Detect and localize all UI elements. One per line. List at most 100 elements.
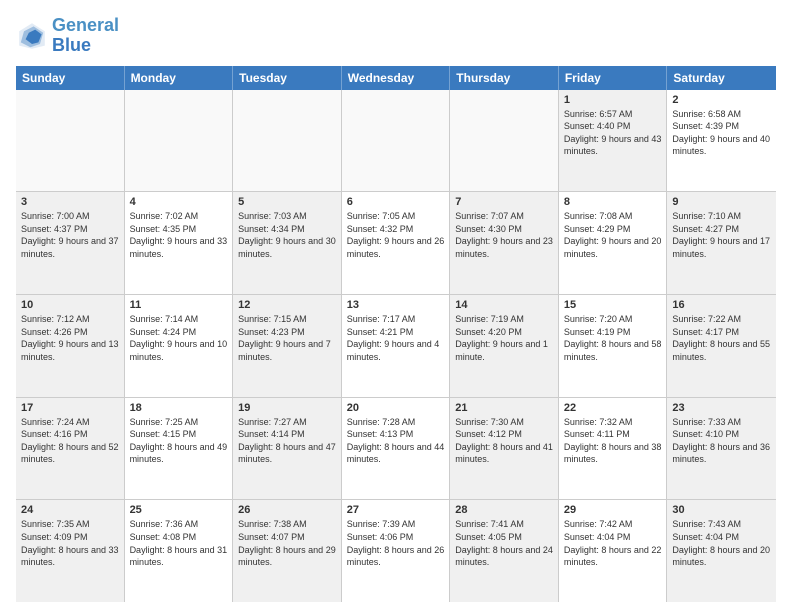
- day-number: 3: [21, 196, 119, 208]
- header-day-monday: Monday: [125, 66, 234, 90]
- header: General Blue: [16, 16, 776, 56]
- day-number: 22: [564, 402, 662, 414]
- cal-cell-day-26: 26Sunrise: 7:38 AM Sunset: 4:07 PM Dayli…: [233, 500, 342, 602]
- cal-cell-day-8: 8Sunrise: 7:08 AM Sunset: 4:29 PM Daylig…: [559, 192, 668, 294]
- cal-cell-day-2: 2 Sunrise: 6:58 AM Sunset: 4:39 PM Daylig…: [667, 90, 776, 192]
- day-details: Sunrise: 7:25 AM Sunset: 4:15 PM Dayligh…: [130, 416, 228, 466]
- calendar-body: 1 Sunrise: 6:57 AM Sunset: 4:40 PM Daylig…: [16, 90, 776, 602]
- day-number: 2: [672, 94, 771, 106]
- day-details: Sunrise: 7:24 AM Sunset: 4:16 PM Dayligh…: [21, 416, 119, 466]
- cal-cell-day-1: 1 Sunrise: 6:57 AM Sunset: 4:40 PM Daylig…: [559, 90, 668, 192]
- day-details: Sunrise: 7:00 AM Sunset: 4:37 PM Dayligh…: [21, 210, 119, 260]
- cal-cell-empty: [233, 90, 342, 192]
- day-details: Sunrise: 7:41 AM Sunset: 4:05 PM Dayligh…: [455, 518, 553, 568]
- header-day-thursday: Thursday: [450, 66, 559, 90]
- cal-cell-day-5: 5Sunrise: 7:03 AM Sunset: 4:34 PM Daylig…: [233, 192, 342, 294]
- day-number: 13: [347, 299, 445, 311]
- day-details: Sunrise: 6:58 AM Sunset: 4:39 PM Dayligh…: [672, 108, 771, 158]
- calendar-row-2: 10 Sunrise: 7:12 AM Sunset: 4:26 PM Dayli…: [16, 295, 776, 398]
- day-details: Sunrise: 7:27 AM Sunset: 4:14 PM Dayligh…: [238, 416, 336, 466]
- cal-cell-day-14: 14 Sunrise: 7:19 AM Sunset: 4:20 PM Dayli…: [450, 295, 559, 397]
- day-number: 21: [455, 402, 553, 414]
- day-details: Sunrise: 7:10 AM Sunset: 4:27 PM Dayligh…: [672, 210, 771, 260]
- day-details: Sunrise: 7:28 AM Sunset: 4:13 PM Dayligh…: [347, 416, 445, 466]
- day-number: 23: [672, 402, 771, 414]
- cal-cell-empty: [342, 90, 451, 192]
- day-details: Sunrise: 7:14 AM Sunset: 4:24 PM Dayligh…: [130, 313, 228, 363]
- cal-cell-day-3: 3 Sunrise: 7:00 AM Sunset: 4:37 PM Daylig…: [16, 192, 125, 294]
- day-details: Sunrise: 7:39 AM Sunset: 4:06 PM Dayligh…: [347, 518, 445, 568]
- day-details: Sunrise: 7:12 AM Sunset: 4:26 PM Dayligh…: [21, 313, 119, 363]
- cal-cell-day-21: 21Sunrise: 7:30 AM Sunset: 4:12 PM Dayli…: [450, 398, 559, 500]
- day-number: 28: [455, 504, 553, 516]
- day-details: Sunrise: 7:43 AM Sunset: 4:04 PM Dayligh…: [672, 518, 771, 568]
- day-number: 19: [238, 402, 336, 414]
- page: General Blue SundayMondayTuesdayWednesda…: [0, 0, 792, 612]
- cal-cell-day-6: 6 Sunrise: 7:05 AM Sunset: 4:32 PM Daylig…: [342, 192, 451, 294]
- day-number: 14: [455, 299, 553, 311]
- cal-cell-day-18: 18Sunrise: 7:25 AM Sunset: 4:15 PM Dayli…: [125, 398, 234, 500]
- cal-cell-day-23: 23 Sunrise: 7:33 AM Sunset: 4:10 PM Dayli…: [667, 398, 776, 500]
- day-details: Sunrise: 7:20 AM Sunset: 4:19 PM Dayligh…: [564, 313, 662, 363]
- day-details: Sunrise: 7:05 AM Sunset: 4:32 PM Dayligh…: [347, 210, 445, 260]
- day-details: Sunrise: 7:35 AM Sunset: 4:09 PM Dayligh…: [21, 518, 119, 568]
- day-details: Sunrise: 7:03 AM Sunset: 4:34 PM Dayligh…: [238, 210, 336, 260]
- day-details: Sunrise: 7:15 AM Sunset: 4:23 PM Dayligh…: [238, 313, 336, 363]
- day-number: 12: [238, 299, 336, 311]
- cal-cell-day-7: 7 Sunrise: 7:07 AM Sunset: 4:30 PM Daylig…: [450, 192, 559, 294]
- day-number: 6: [347, 196, 445, 208]
- cal-cell-day-25: 25Sunrise: 7:36 AM Sunset: 4:08 PM Dayli…: [125, 500, 234, 602]
- day-number: 8: [564, 196, 662, 208]
- day-details: Sunrise: 7:42 AM Sunset: 4:04 PM Dayligh…: [564, 518, 662, 568]
- day-number: 15: [564, 299, 662, 311]
- day-details: Sunrise: 7:02 AM Sunset: 4:35 PM Dayligh…: [130, 210, 228, 260]
- logo-text: General Blue: [52, 16, 119, 56]
- day-details: Sunrise: 7:33 AM Sunset: 4:10 PM Dayligh…: [672, 416, 771, 466]
- day-number: 24: [21, 504, 119, 516]
- header-day-friday: Friday: [559, 66, 668, 90]
- calendar-row-3: 17 Sunrise: 7:24 AM Sunset: 4:16 PM Dayli…: [16, 398, 776, 501]
- cal-cell-day-4: 4 Sunrise: 7:02 AM Sunset: 4:35 PM Daylig…: [125, 192, 234, 294]
- calendar-row-1: 3 Sunrise: 7:00 AM Sunset: 4:37 PM Daylig…: [16, 192, 776, 295]
- cal-cell-day-19: 19 Sunrise: 7:27 AM Sunset: 4:14 PM Dayli…: [233, 398, 342, 500]
- cal-cell-day-24: 24 Sunrise: 7:35 AM Sunset: 4:09 PM Dayli…: [16, 500, 125, 602]
- cal-cell-day-27: 27Sunrise: 7:39 AM Sunset: 4:06 PM Dayli…: [342, 500, 451, 602]
- cal-cell-day-17: 17 Sunrise: 7:24 AM Sunset: 4:16 PM Dayli…: [16, 398, 125, 500]
- day-details: Sunrise: 7:07 AM Sunset: 4:30 PM Dayligh…: [455, 210, 553, 260]
- day-number: 7: [455, 196, 553, 208]
- cal-cell-day-13: 13 Sunrise: 7:17 AM Sunset: 4:21 PM Dayli…: [342, 295, 451, 397]
- day-number: 30: [672, 504, 771, 516]
- cal-cell-day-22: 22 Sunrise: 7:32 AM Sunset: 4:11 PM Dayli…: [559, 398, 668, 500]
- day-details: Sunrise: 6:57 AM Sunset: 4:40 PM Dayligh…: [564, 108, 662, 158]
- day-details: Sunrise: 7:17 AM Sunset: 4:21 PM Dayligh…: [347, 313, 445, 363]
- day-number: 1: [564, 94, 662, 106]
- cal-cell-day-10: 10 Sunrise: 7:12 AM Sunset: 4:26 PM Dayli…: [16, 295, 125, 397]
- day-number: 29: [564, 504, 662, 516]
- day-number: 9: [672, 196, 771, 208]
- header-day-sunday: Sunday: [16, 66, 125, 90]
- calendar: SundayMondayTuesdayWednesdayThursdayFrid…: [16, 66, 776, 602]
- day-number: 4: [130, 196, 228, 208]
- day-number: 16: [672, 299, 771, 311]
- header-day-tuesday: Tuesday: [233, 66, 342, 90]
- calendar-row-4: 24 Sunrise: 7:35 AM Sunset: 4:09 PM Dayli…: [16, 500, 776, 602]
- calendar-row-0: 1 Sunrise: 6:57 AM Sunset: 4:40 PM Daylig…: [16, 90, 776, 193]
- day-details: Sunrise: 7:32 AM Sunset: 4:11 PM Dayligh…: [564, 416, 662, 466]
- day-details: Sunrise: 7:19 AM Sunset: 4:20 PM Dayligh…: [455, 313, 553, 363]
- day-number: 20: [347, 402, 445, 414]
- cal-cell-day-11: 11 Sunrise: 7:14 AM Sunset: 4:24 PM Dayli…: [125, 295, 234, 397]
- logo-icon: [16, 20, 48, 52]
- day-details: Sunrise: 7:36 AM Sunset: 4:08 PM Dayligh…: [130, 518, 228, 568]
- day-details: Sunrise: 7:22 AM Sunset: 4:17 PM Dayligh…: [672, 313, 771, 363]
- cal-cell-day-30: 30 Sunrise: 7:43 AM Sunset: 4:04 PM Dayli…: [667, 500, 776, 602]
- cal-cell-day-15: 15 Sunrise: 7:20 AM Sunset: 4:19 PM Dayli…: [559, 295, 668, 397]
- cal-cell-day-20: 20 Sunrise: 7:28 AM Sunset: 4:13 PM Dayli…: [342, 398, 451, 500]
- header-day-saturday: Saturday: [667, 66, 776, 90]
- cal-cell-day-12: 12 Sunrise: 7:15 AM Sunset: 4:23 PM Dayli…: [233, 295, 342, 397]
- day-number: 17: [21, 402, 119, 414]
- cal-cell-empty: [16, 90, 125, 192]
- calendar-header: SundayMondayTuesdayWednesdayThursdayFrid…: [16, 66, 776, 90]
- day-number: 10: [21, 299, 119, 311]
- day-number: 11: [130, 299, 228, 311]
- day-details: Sunrise: 7:38 AM Sunset: 4:07 PM Dayligh…: [238, 518, 336, 568]
